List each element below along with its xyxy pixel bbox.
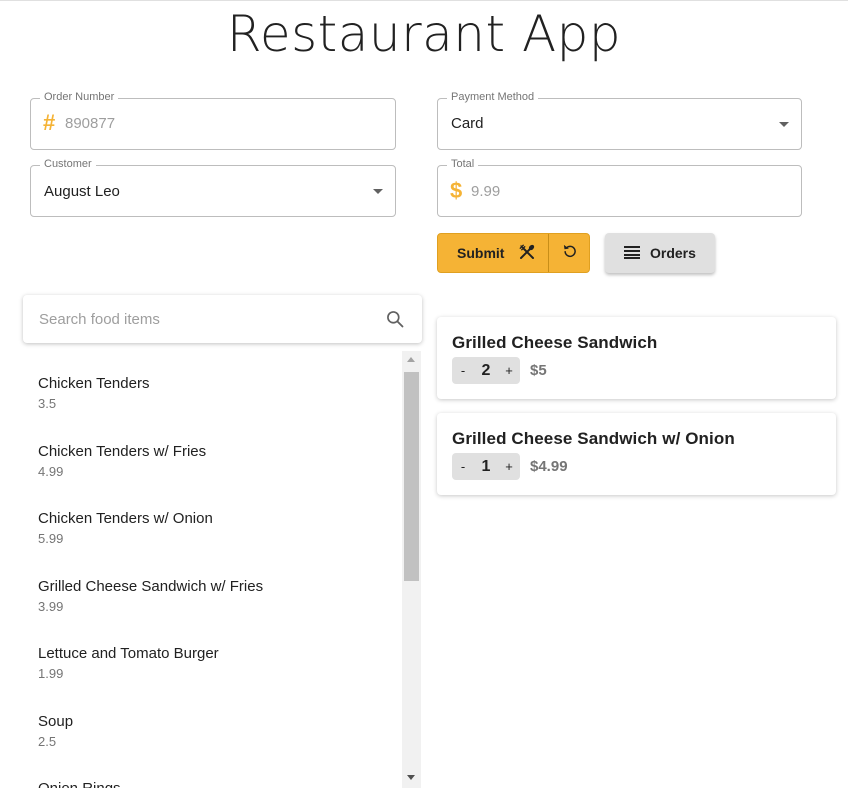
food-name: Soup [38,712,74,730]
scroll-up-arrow-icon[interactable] [407,357,415,362]
list-item[interactable]: Lettuce and Tomato Burger 1.99 [23,621,403,689]
food-price: 5.99 [38,531,64,546]
decrease-button[interactable]: - [452,363,474,378]
orders-label: Orders [650,245,696,261]
decrease-button[interactable]: - [452,459,474,474]
order-number-value: 890877 [65,115,116,132]
submit-button[interactable]: Submit [438,234,549,272]
food-name: Grilled Cheese Sandwich w/ Fries [38,577,264,595]
page-title: Restaurant App [226,5,622,63]
scroll-down-arrow-icon[interactable] [407,775,415,780]
caret-down-icon [373,189,383,194]
orders-button[interactable]: Orders [605,233,715,273]
total-field[interactable]: Total $ 9.99 [437,158,802,217]
caret-down-icon [779,122,789,127]
food-name: Onion Rings [38,780,403,788]
customer-value: August Leo [44,183,120,200]
search-box [23,295,422,343]
list-item[interactable]: Soup 2.5 [23,689,403,757]
increase-button[interactable]: + [498,363,520,378]
order-item-price: $4.99 [530,458,568,475]
order-item-card: Grilled Cheese Sandwich - 2 + $5 [437,317,836,399]
food-list: Chicken Tenders 3.5 Chicken Tenders w/ F… [23,351,403,788]
search-icon[interactable] [385,309,405,334]
food-name: Lettuce and Tomato Burger [38,645,219,662]
payment-method-value: Card [451,115,484,132]
food-price: 2.5 [38,733,57,749]
payment-method-select[interactable]: Payment Method Card [437,91,802,150]
dollar-icon: $ [450,178,463,203]
list-icon [624,245,640,262]
food-name: Chicken Tenders [38,375,150,392]
increase-button[interactable]: + [498,459,520,474]
food-price: 4.99 [38,463,64,479]
order-item-card: Grilled Cheese Sandwich w/ Onion - 1 + $… [437,413,836,495]
scroll-thumb[interactable] [404,372,419,581]
submit-label: Submit [457,245,505,261]
order-item-name: Grilled Cheese Sandwich [452,333,658,352]
utensils-icon [518,243,536,264]
search-input[interactable] [37,307,367,331]
hash-icon: # [43,110,56,135]
quantity-value: 1 [481,457,491,475]
reset-button[interactable] [549,234,589,272]
order-number-label: Order Number [40,91,119,103]
order-item-price: $5 [530,362,547,379]
total-label: Total [447,158,479,170]
quantity-stepper: - 1 + [452,453,520,480]
undo-icon [562,243,577,263]
submit-button-group: Submit [437,233,590,273]
food-name: Chicken Tenders w/ Fries [38,442,207,460]
payment-method-label: Payment Method [447,91,539,103]
list-item[interactable]: Chicken Tenders 3.5 [23,351,403,419]
food-price: 1.99 [38,666,64,681]
food-list-scrollbar[interactable] [402,351,421,788]
customer-label: Customer [40,158,96,170]
food-price: 3.5 [38,396,57,411]
food-price: 3.99 [38,598,64,614]
quantity-value: 2 [481,361,491,379]
list-item[interactable]: Chicken Tenders w/ Fries 4.99 [23,419,403,487]
list-item[interactable]: Onion Rings [23,756,403,788]
order-number-field[interactable]: Order Number # 890877 [30,91,396,150]
list-item[interactable]: Grilled Cheese Sandwich w/ Fries 3.99 [23,554,403,622]
food-name: Chicken Tenders w/ Onion [38,510,213,527]
order-item-name: Grilled Cheese Sandwich w/ Onion [452,429,735,448]
customer-select[interactable]: Customer August Leo [30,158,396,217]
quantity-stepper: - 2 + [452,357,520,384]
total-value: 9.99 [471,183,501,200]
list-item[interactable]: Chicken Tenders w/ Onion 5.99 [23,486,403,554]
